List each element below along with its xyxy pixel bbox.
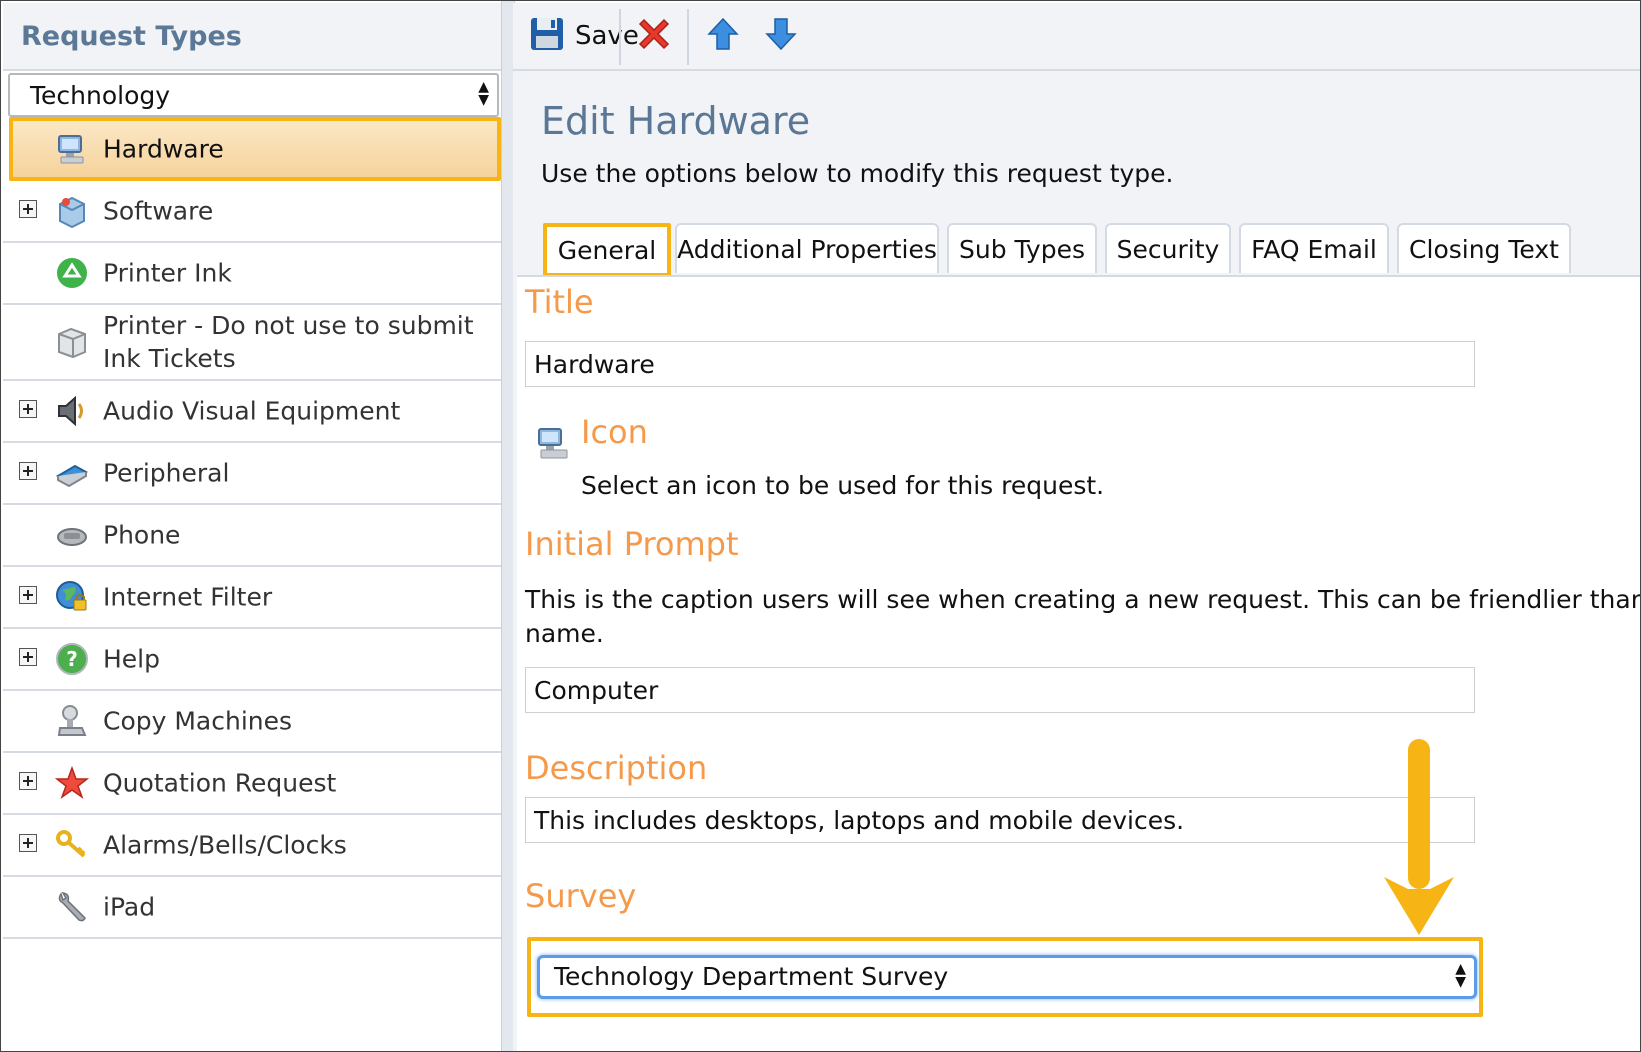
tab-general[interactable]: General <box>543 223 671 277</box>
survey-heading: Survey <box>525 877 637 915</box>
sidebar-title: Request Types <box>21 21 242 52</box>
survey-select[interactable]: Technology Department Survey ▲ ▼ <box>537 955 1477 999</box>
request-type-list: Hardware Software Printer Ink Printer - … <box>3 117 503 939</box>
toolbar: Save <box>513 3 1640 71</box>
request-type-item-software[interactable]: Software <box>3 181 503 243</box>
expand-icon[interactable] <box>19 834 37 852</box>
move-down-button[interactable] <box>763 11 799 61</box>
software-box-icon <box>55 194 89 229</box>
keys-icon <box>55 828 89 862</box>
initial-prompt-heading: Initial Prompt <box>525 525 739 563</box>
save-label: Save <box>575 21 639 51</box>
request-type-label: Quotation Request <box>103 768 337 798</box>
delete-x-icon <box>635 15 673 57</box>
tab-security[interactable]: Security <box>1105 223 1231 273</box>
description-field[interactable]: This includes desktops, laptops and mobi… <box>525 797 1475 843</box>
request-type-label: Peripheral <box>103 458 230 488</box>
request-type-item-help[interactable]: ? Help <box>3 629 503 691</box>
request-type-item-ipad[interactable]: iPad <box>3 877 503 939</box>
description-value: This includes desktops, laptops and mobi… <box>534 806 1185 835</box>
floppy-disk-icon <box>529 16 565 56</box>
globe-lock-icon <box>55 580 89 614</box>
request-type-label: Audio Visual Equipment <box>103 396 401 426</box>
save-button[interactable]: Save <box>529 11 639 61</box>
page-title: Edit Hardware <box>541 99 811 143</box>
initial-prompt-help-line2: name. <box>525 619 604 648</box>
initial-prompt-field[interactable]: Computer <box>525 667 1475 713</box>
title-field-value: Hardware <box>534 350 655 379</box>
request-type-item-quotation-request[interactable]: Quotation Request <box>3 753 503 815</box>
survey-highlight: Technology Department Survey ▲ ▼ <box>527 937 1483 1017</box>
request-type-label: Copy Machines <box>103 706 293 736</box>
request-type-item-hardware[interactable]: Hardware <box>9 117 501 181</box>
title-field[interactable]: Hardware <box>525 341 1475 387</box>
initial-prompt-value: Computer <box>534 676 659 705</box>
request-type-item-internet-filter[interactable]: Internet Filter <box>3 567 503 629</box>
phone-icon <box>55 518 89 552</box>
tab-sub-types[interactable]: Sub Types <box>947 223 1097 273</box>
printer-icon <box>55 325 89 359</box>
expand-icon[interactable] <box>19 462 37 480</box>
sidebar: Request Types Technology ▲ ▼ Hardware Sof… <box>3 3 503 1051</box>
request-type-item-peripheral[interactable]: Peripheral <box>3 443 503 505</box>
tab-closing-text[interactable]: Closing Text <box>1397 223 1571 273</box>
expand-icon[interactable] <box>19 586 37 604</box>
request-type-label: Hardware <box>103 134 224 164</box>
request-type-label: Printer - Do not use to submit Ink Ticke… <box>103 311 474 373</box>
request-type-label: Alarms/Bells/Clocks <box>103 830 347 860</box>
request-type-label: Software <box>103 196 214 226</box>
svg-text:?: ? <box>66 647 78 671</box>
request-type-label: Internet Filter <box>103 582 273 612</box>
survey-select-value: Technology Department Survey <box>554 962 949 991</box>
tab-additional-properties[interactable]: Additional Properties <box>675 223 939 273</box>
expand-icon[interactable] <box>19 648 37 666</box>
general-tab-content: Title Hardware Icon Select an icon to be… <box>517 275 1641 1051</box>
computer-icon <box>55 132 89 166</box>
request-type-item-alarms[interactable]: Alarms/Bells/Clocks <box>3 815 503 877</box>
main-panel: Save Edit Hardware Use the options below… <box>513 3 1640 1051</box>
select-arrows-icon: ▲ ▼ <box>478 79 489 108</box>
callout-arrow-icon <box>1384 739 1454 935</box>
tab-faq-email[interactable]: FAQ Email <box>1239 223 1389 273</box>
app-window: Request Types Technology ▲ ▼ Hardware Sof… <box>0 0 1641 1052</box>
copier-icon <box>55 704 89 738</box>
scanner-icon <box>55 456 89 490</box>
icon-help-text: Select an icon to be used for this reque… <box>581 471 1105 500</box>
category-select[interactable]: Technology ▲ ▼ <box>8 73 499 117</box>
page-subtitle: Use the options below to modify this req… <box>541 159 1174 188</box>
request-type-item-phone[interactable]: Phone <box>3 505 503 567</box>
icon-heading: Icon <box>581 413 648 451</box>
request-type-label: Phone <box>103 520 181 550</box>
request-type-label: Help <box>103 644 160 674</box>
star-icon <box>54 765 90 800</box>
expand-icon[interactable] <box>19 772 37 790</box>
select-arrows-icon: ▲ ▼ <box>1455 961 1466 990</box>
request-type-item-copy-machines[interactable]: Copy Machines <box>3 691 503 753</box>
request-type-label: iPad <box>103 892 156 922</box>
request-type-item-audio-visual[interactable]: Audio Visual Equipment <box>3 381 503 443</box>
category-select-value: Technology <box>30 81 171 110</box>
help-icon: ? <box>55 642 89 676</box>
description-heading: Description <box>525 749 708 787</box>
delete-button[interactable] <box>635 11 673 61</box>
selected-computer-icon[interactable] <box>535 425 571 469</box>
toolbar-divider <box>619 9 621 65</box>
request-type-label: Printer Ink <box>103 258 232 288</box>
sidebar-header: Request Types <box>3 3 503 71</box>
move-up-button[interactable] <box>705 11 741 61</box>
recycle-icon <box>55 256 89 290</box>
initial-prompt-help-line1: This is the caption users will see when … <box>525 585 1641 614</box>
speaker-icon <box>55 394 89 428</box>
wrench-icon <box>55 890 89 924</box>
arrow-down-icon <box>763 16 799 56</box>
toolbar-divider <box>687 9 689 65</box>
request-type-item-printer-ink[interactable]: Printer Ink <box>3 243 503 305</box>
expand-icon[interactable] <box>19 200 37 218</box>
arrow-up-icon <box>705 16 741 56</box>
expand-icon[interactable] <box>19 400 37 418</box>
title-heading: Title <box>525 283 594 321</box>
request-type-item-printer[interactable]: Printer - Do not use to submit Ink Ticke… <box>3 305 503 381</box>
